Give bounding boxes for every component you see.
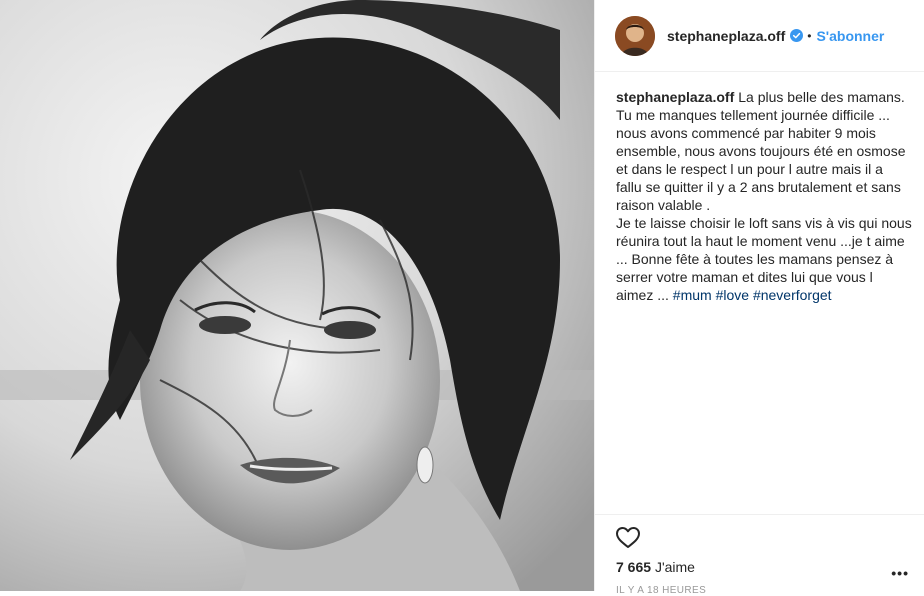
avatar-icon: [615, 15, 655, 56]
post-actions: 7 665 J'aime IL Y A 18 HEURES •••: [595, 514, 924, 596]
instagram-post: stephaneplaza.off • S'abonner stephanepl…: [0, 0, 924, 596]
post-side-panel: stephaneplaza.off • S'abonner stephanepl…: [594, 0, 924, 596]
post-caption: stephaneplaza.off La plus belle des maman…: [616, 88, 912, 304]
caption-text: La plus belle des mamans. Tu me manques …: [616, 89, 912, 303]
more-options-button[interactable]: •••: [891, 565, 909, 581]
verified-badge-icon: [790, 29, 804, 42]
hashtag-mum[interactable]: #mum: [673, 287, 712, 303]
likes-count[interactable]: 7 665 J'aime: [616, 559, 695, 575]
hashtag-neverforget[interactable]: #neverforget: [753, 287, 832, 303]
portrait-image: [0, 0, 594, 591]
header-separator: •: [807, 28, 812, 43]
likes-label: J'aime: [654, 559, 695, 575]
header-username[interactable]: stephaneplaza.off: [667, 28, 785, 44]
caption-username[interactable]: stephaneplaza.off: [616, 89, 734, 105]
caption-text-block: stephaneplaza.off La plus belle des maman…: [616, 88, 912, 304]
likes-number: 7 665: [616, 559, 652, 575]
follow-button[interactable]: S'abonner: [816, 28, 884, 44]
heart-icon[interactable]: [615, 525, 641, 551]
avatar[interactable]: [615, 15, 655, 56]
post-header: stephaneplaza.off • S'abonner: [595, 0, 924, 72]
post-photo[interactable]: [0, 0, 594, 591]
hashtag-love[interactable]: #love: [716, 287, 749, 303]
